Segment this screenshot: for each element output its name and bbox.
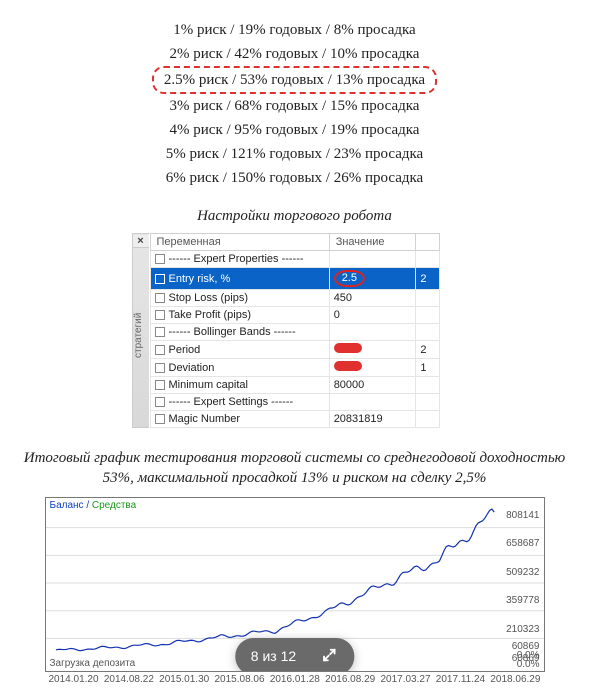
table-row[interactable]: ------ Expert Properties ------	[150, 251, 439, 268]
settings-table: Переменная Значение ------ Expert Proper…	[150, 233, 440, 428]
th-value: Значение	[329, 234, 416, 251]
overlay-counter: 8 из 12	[251, 648, 296, 664]
pct-labels: 60869 0.0% 0.0%	[512, 642, 540, 669]
risk-line: 2% риск / 42% годовых / 10% просадка	[15, 42, 574, 66]
param-name: Stop Loss (pips)	[169, 292, 248, 304]
checkbox-icon[interactable]	[155, 345, 165, 355]
settings-panel: × стратегий Переменная Значение ------ E…	[150, 233, 440, 428]
param-value[interactable]: 450	[329, 290, 416, 307]
risk-line: 4% риск / 95% годовых / 19% просадка	[15, 118, 574, 142]
table-row[interactable]: Magic Number 20831819	[150, 411, 439, 428]
param-value[interactable]	[329, 359, 416, 377]
table-row[interactable]: ------ Expert Settings ------	[150, 394, 439, 411]
param-name: Entry risk, %	[169, 273, 231, 285]
legend-equity: Средства	[92, 500, 136, 511]
param-value[interactable]	[329, 341, 416, 359]
checkbox-icon[interactable]	[155, 254, 165, 264]
table-row[interactable]: Period2	[150, 341, 439, 359]
param-name: ------ Expert Properties ------	[169, 253, 304, 265]
x-axis-labels: 2014.01.202014.08.222015.01.302015.08.06…	[49, 674, 541, 685]
checkbox-icon[interactable]	[155, 397, 165, 407]
param-value[interactable]: 0	[329, 307, 416, 324]
table-row[interactable]: Minimum capital 80000	[150, 377, 439, 394]
checkbox-icon[interactable]	[155, 380, 165, 390]
table-row[interactable]: Stop Loss (pips) 450	[150, 290, 439, 307]
param-value[interactable]: 80000	[329, 377, 416, 394]
param-value[interactable]	[329, 251, 416, 268]
param-name: Deviation	[169, 362, 215, 374]
param-value[interactable]: 20831819	[329, 411, 416, 428]
checkbox-icon[interactable]	[155, 274, 165, 284]
checkbox-icon[interactable]	[155, 327, 165, 337]
param-value[interactable]	[329, 394, 416, 411]
param-name: ------ Expert Settings ------	[169, 396, 294, 408]
param-name: Minimum capital	[169, 379, 248, 391]
side-tab: × стратегий	[132, 233, 149, 428]
risk-line-list: 1% риск / 19% годовых / 8% просадка2% ри…	[15, 18, 574, 190]
risk-line: 5% риск / 121% годовых / 23% просадка	[15, 142, 574, 166]
settings-tbody: ------ Expert Properties ------ Entry ris…	[150, 251, 439, 428]
param-value[interactable]	[329, 324, 416, 341]
param-name: Magic Number	[169, 413, 241, 425]
risk-line: 6% риск / 150% годовых / 26% просадка	[15, 166, 574, 190]
equity-chart: Баланс / Средства 8081416586875092323597…	[45, 497, 545, 685]
checkbox-icon[interactable]	[155, 293, 165, 303]
table-row[interactable]: Entry risk, %2.52	[150, 268, 439, 290]
param-name: Period	[169, 344, 201, 356]
checkbox-icon[interactable]	[155, 414, 165, 424]
equity-path	[55, 509, 493, 651]
param-name: Take Profit (pips)	[169, 309, 252, 321]
risk-line: 1% риск / 19% годовых / 8% просадка	[15, 18, 574, 42]
lightbox-overlay: 8 из 12	[235, 638, 354, 672]
th-extra	[416, 234, 439, 251]
checkbox-icon[interactable]	[155, 363, 165, 373]
side-tab-label: стратегий	[133, 248, 149, 423]
close-icon[interactable]: ×	[133, 235, 149, 248]
chart-footer: Загрузка депозита	[50, 658, 136, 669]
table-row[interactable]: ------ Bollinger Bands ------	[150, 324, 439, 341]
checkbox-icon[interactable]	[155, 310, 165, 320]
risk-line: 2.5% риск / 53% годовых / 13% просадка	[15, 66, 574, 94]
th-variable: Переменная	[150, 234, 329, 251]
y-axis-labels: 80814165868750923235977821032360869	[498, 498, 540, 653]
final-caption: Итоговый график тестирования торговой си…	[15, 448, 574, 489]
table-row[interactable]: Deviation1	[150, 359, 439, 377]
param-name: ------ Bollinger Bands ------	[169, 326, 296, 338]
param-value[interactable]: 2.5	[329, 268, 416, 290]
legend-balance: Баланс	[50, 500, 84, 511]
risk-line: 3% риск / 68% годовых / 15% просадка	[15, 94, 574, 118]
settings-title: Настройки торгового робота	[15, 208, 574, 225]
table-row[interactable]: Take Profit (pips) 0	[150, 307, 439, 324]
chart-legend: Баланс / Средства	[50, 500, 137, 511]
fullscreen-icon[interactable]	[320, 646, 338, 667]
